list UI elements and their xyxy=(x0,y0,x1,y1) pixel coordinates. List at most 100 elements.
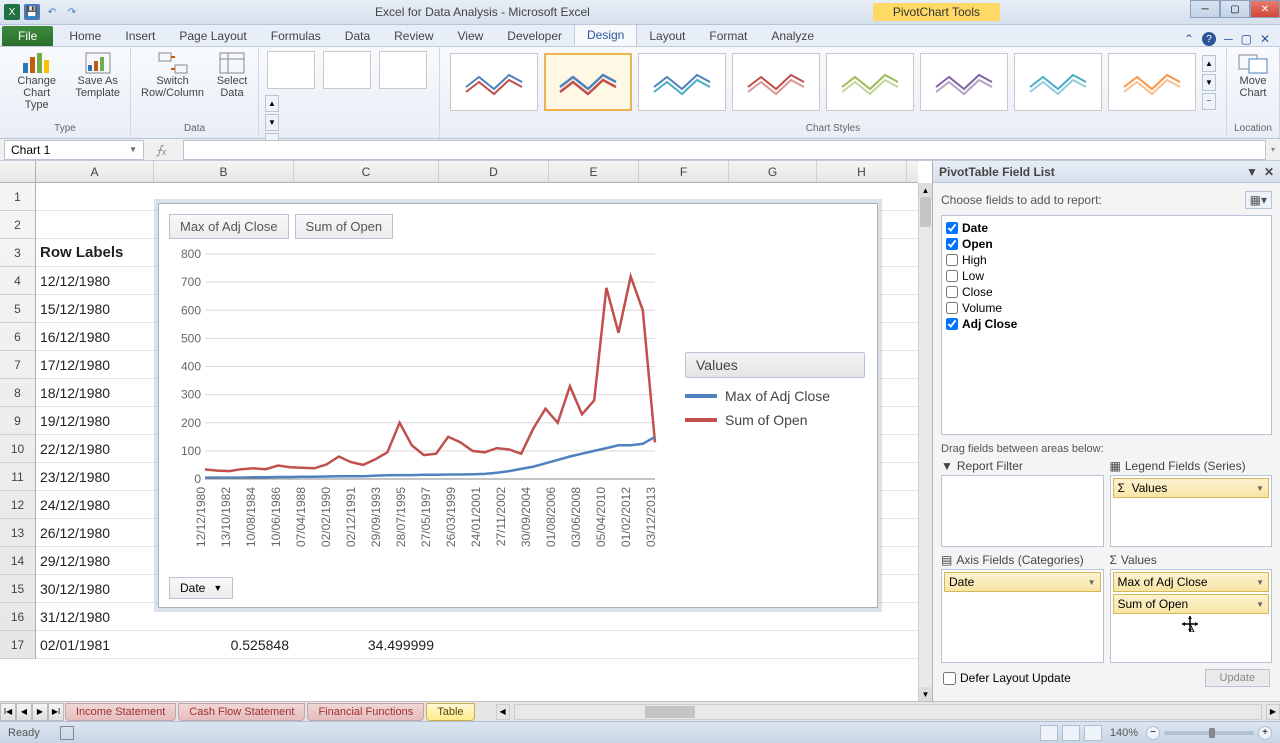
field-adj-close[interactable]: Adj Close xyxy=(946,316,1267,332)
sheet-nav-prev[interactable]: ◀ xyxy=(16,703,32,721)
column-header-g[interactable]: G xyxy=(729,161,817,182)
styles-down-button[interactable]: ▼ xyxy=(1202,74,1216,91)
column-header-h[interactable]: H xyxy=(817,161,907,182)
field-low[interactable]: Low xyxy=(946,268,1267,284)
cell[interactable]: 31/12/1980 xyxy=(36,603,154,630)
field-pane-dropdown-icon[interactable]: ▼ xyxy=(1246,165,1258,179)
column-header-e[interactable]: E xyxy=(549,161,639,182)
cell[interactable]: 15/12/1980 xyxy=(36,295,154,322)
zoom-value[interactable]: 140% xyxy=(1110,727,1138,739)
tab-data[interactable]: Data xyxy=(333,26,382,46)
insert-function-icon[interactable]: ⨍ₓ xyxy=(156,143,167,157)
tab-layout[interactable]: Layout xyxy=(637,26,697,46)
help-icon[interactable]: ? xyxy=(1202,32,1216,46)
chart-layout-3[interactable] xyxy=(379,51,427,89)
row-header-11[interactable]: 11 xyxy=(0,463,35,491)
zoom-in-button[interactable]: + xyxy=(1258,726,1272,740)
sheet-nav-last[interactable]: ▶I xyxy=(48,703,64,721)
chart-date-filter[interactable]: Date ▼ xyxy=(169,577,233,599)
chart-style-1[interactable] xyxy=(450,53,538,111)
tab-formulas[interactable]: Formulas xyxy=(259,26,333,46)
field-date[interactable]: Date xyxy=(946,220,1267,236)
chart-legend[interactable]: Values Max of Adj Close Sum of Open xyxy=(685,352,865,436)
mdi-close-icon[interactable]: ✕ xyxy=(1260,32,1270,46)
tab-review[interactable]: Review xyxy=(382,26,445,46)
mdi-minimize-icon[interactable]: ─ xyxy=(1224,32,1233,46)
cell[interactable] xyxy=(36,211,154,238)
zoom-out-button[interactable]: − xyxy=(1146,726,1160,740)
row-header-4[interactable]: 4 xyxy=(0,267,35,295)
cell[interactable]: 29/12/1980 xyxy=(36,547,154,574)
macro-record-icon[interactable] xyxy=(60,726,74,740)
select-all-corner[interactable] xyxy=(0,161,36,183)
row-header-7[interactable]: 7 xyxy=(0,351,35,379)
pivot-chart[interactable]: Max of Adj Close Sum of Open 01002003004… xyxy=(158,203,878,608)
chart-style-6[interactable] xyxy=(920,53,1008,111)
save-icon[interactable]: 💾 xyxy=(24,4,40,20)
chart-style-4[interactable] xyxy=(732,53,820,111)
cell[interactable] xyxy=(549,631,639,658)
row-header-2[interactable]: 2 xyxy=(0,211,35,239)
row-header-8[interactable]: 8 xyxy=(0,379,35,407)
sheet-nav-first[interactable]: I◀ xyxy=(0,703,16,721)
redo-icon[interactable]: ↷ xyxy=(64,4,80,20)
change-chart-type-button[interactable]: Change Chart Type xyxy=(6,49,67,113)
tab-insert[interactable]: Insert xyxy=(113,26,167,46)
values-field-max-adj-close[interactable]: Max of Adj Close▼ xyxy=(1113,572,1270,592)
cell[interactable]: 34.499999 xyxy=(294,631,439,658)
chart-layout-2[interactable] xyxy=(323,51,371,89)
name-box[interactable]: Chart 1 ▼ xyxy=(4,140,144,160)
values-field-sum-open[interactable]: Sum of Open▼ xyxy=(1113,594,1270,614)
tab-page-layout[interactable]: Page Layout xyxy=(167,26,258,46)
row-header-9[interactable]: 9 xyxy=(0,407,35,435)
chart-style-5[interactable] xyxy=(826,53,914,111)
scroll-up-button[interactable]: ▲ xyxy=(919,183,932,197)
name-box-dropdown-icon[interactable]: ▼ xyxy=(129,145,137,154)
row-header-16[interactable]: 16 xyxy=(0,603,35,631)
tab-design[interactable]: Design xyxy=(574,24,637,46)
view-normal-button[interactable] xyxy=(1040,725,1058,741)
chart-button-max-adj-close[interactable]: Max of Adj Close xyxy=(169,214,289,239)
field-high[interactable]: High xyxy=(946,252,1267,268)
field-list[interactable]: DateOpenHighLowCloseVolumeAdj Close xyxy=(941,215,1272,435)
cell[interactable]: 18/12/1980 xyxy=(36,379,154,406)
cell[interactable] xyxy=(817,631,907,658)
update-button[interactable]: Update xyxy=(1205,669,1270,687)
sheet-tab-income-statement[interactable]: Income Statement xyxy=(65,703,176,721)
chart-button-sum-open[interactable]: Sum of Open xyxy=(295,214,394,239)
sheet-tab-table[interactable]: Table xyxy=(426,703,474,721)
tab-view[interactable]: View xyxy=(446,26,496,46)
file-tab[interactable]: File xyxy=(2,26,53,46)
row-header-6[interactable]: 6 xyxy=(0,323,35,351)
field-volume[interactable]: Volume xyxy=(946,300,1267,316)
zoom-slider[interactable] xyxy=(1164,731,1254,735)
sheet-tab-cash-flow[interactable]: Cash Flow Statement xyxy=(178,703,305,721)
cell[interactable] xyxy=(439,631,549,658)
defer-layout-checkbox[interactable]: Defer Layout Update xyxy=(943,671,1071,685)
field-pane-close-icon[interactable]: ✕ xyxy=(1264,165,1274,179)
cell[interactable]: 0.525848 xyxy=(154,631,294,658)
chart-style-3[interactable] xyxy=(638,53,726,111)
switch-row-column-button[interactable]: Switch Row/Column xyxy=(137,49,208,101)
formula-input[interactable] xyxy=(183,140,1266,160)
column-header-a[interactable]: A xyxy=(36,161,154,182)
row-header-1[interactable]: 1 xyxy=(0,183,35,211)
tab-developer[interactable]: Developer xyxy=(495,26,574,46)
tab-format[interactable]: Format xyxy=(697,26,759,46)
row-header-12[interactable]: 12 xyxy=(0,491,35,519)
column-header-c[interactable]: C xyxy=(294,161,439,182)
scroll-thumb[interactable] xyxy=(920,197,931,227)
cell[interactable]: 22/12/1980 xyxy=(36,435,154,462)
cell[interactable]: 17/12/1980 xyxy=(36,351,154,378)
row-header-10[interactable]: 10 xyxy=(0,435,35,463)
row-header-5[interactable]: 5 xyxy=(0,295,35,323)
axis-field-date[interactable]: Date▼ xyxy=(944,572,1101,592)
report-filter-area[interactable]: ▼Report Filter xyxy=(941,459,1104,547)
horizontal-scrollbar[interactable] xyxy=(514,704,1262,720)
view-page-layout-button[interactable] xyxy=(1062,725,1080,741)
cell[interactable]: 23/12/1980 xyxy=(36,463,154,490)
hscroll-right-button[interactable]: ▶ xyxy=(1266,704,1280,720)
scroll-down-button[interactable]: ▼ xyxy=(919,687,932,701)
chart-layout-1[interactable] xyxy=(267,51,315,89)
styles-up-button[interactable]: ▲ xyxy=(1202,55,1216,72)
